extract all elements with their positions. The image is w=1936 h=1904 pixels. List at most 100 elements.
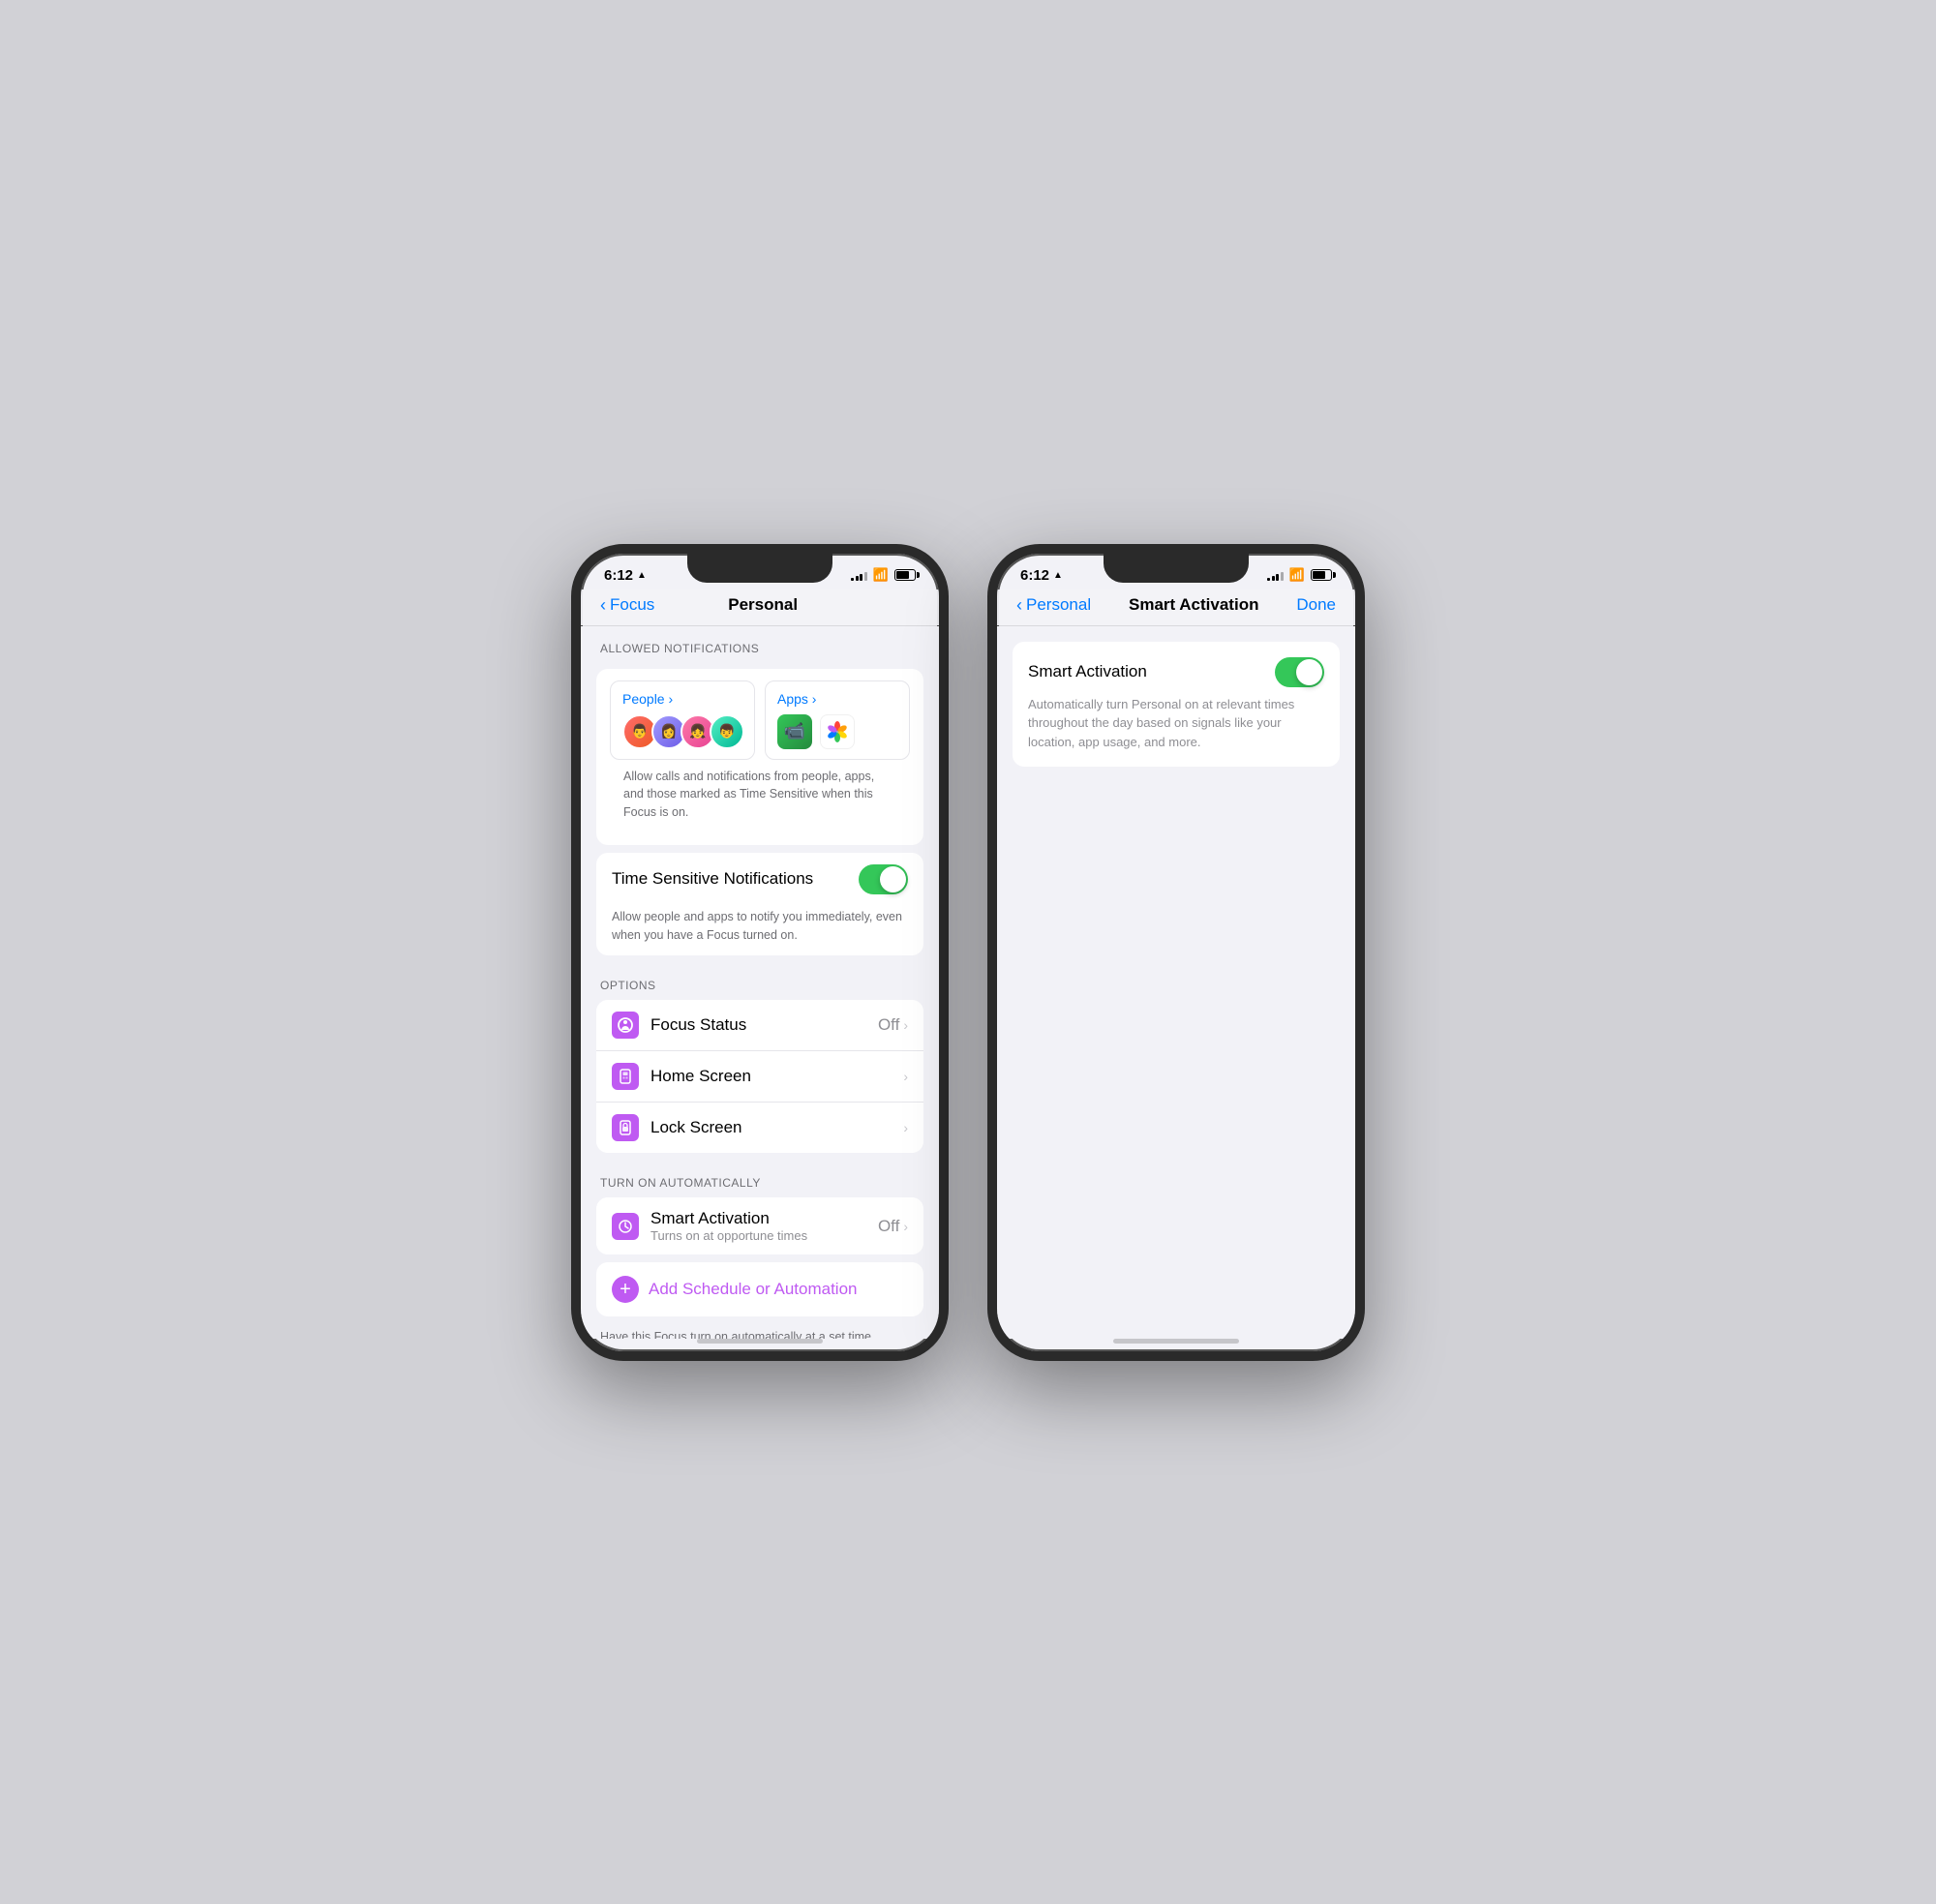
signal-bars-2 <box>1267 569 1284 581</box>
signal-bar-2-2 <box>1272 576 1275 581</box>
smart-activation-card: Smart Activation Turns on at opportune t… <box>596 1197 923 1254</box>
home-indicator-1 <box>697 1339 823 1344</box>
smart-activation-detail-row: Smart Activation <box>1028 657 1324 687</box>
focus-status-value: Off <box>878 1015 899 1035</box>
time-sensitive-toggle-row: Time Sensitive Notifications <box>596 853 923 906</box>
smart-activation-icon <box>612 1213 639 1240</box>
status-bar-1: 6:12 ▲ 📶 <box>581 554 939 589</box>
allowed-note: Allow calls and notifications from peopl… <box>610 760 910 833</box>
smart-activation-svg <box>617 1218 634 1235</box>
focus-status-chevron: › <box>903 1017 908 1033</box>
app-icons: 📹 <box>777 714 897 749</box>
home-screen-svg <box>617 1068 634 1085</box>
apps-label[interactable]: Apps › <box>777 691 897 707</box>
smart-toggle-knob <box>1296 659 1322 685</box>
section-turn-on-label: TURN ON AUTOMATICALLY <box>581 1161 939 1197</box>
phone-left-buttons-2 <box>987 650 989 685</box>
add-schedule-row[interactable]: + Add Schedule or Automation <box>596 1262 923 1316</box>
add-schedule-label[interactable]: Add Schedule or Automation <box>649 1280 857 1299</box>
focus-status-right: Off › <box>878 1015 908 1035</box>
smart-activation-text: Smart Activation Turns on at opportune t… <box>650 1209 878 1243</box>
phone-1: 6:12 ▲ 📶 ‹ Focus Personal ALLOWED N <box>571 544 949 1361</box>
lock-screen-row[interactable]: Lock Screen › <box>596 1102 923 1153</box>
screen-content-2: Smart Activation Automatically turn Pers… <box>997 626 1355 1339</box>
nav-back-label-2[interactable]: Personal <box>1026 595 1091 615</box>
avatar-4: 👦 <box>710 714 744 749</box>
apps-item[interactable]: Apps › 📹 <box>765 680 910 760</box>
nav-back-1[interactable]: ‹ Focus <box>600 595 654 616</box>
battery-fill-1 <box>896 571 909 579</box>
home-screen-right: › <box>903 1069 908 1084</box>
signal-bar-2 <box>856 576 859 581</box>
status-time-2: 6:12 ▲ <box>1020 567 1063 584</box>
automation-note: Have this Focus turn on automatically at… <box>581 1324 939 1338</box>
smart-activation-chevron: › <box>903 1219 908 1234</box>
nav-back-2[interactable]: ‹ Personal <box>1016 595 1091 616</box>
signal-bar-4 <box>864 572 867 581</box>
focus-status-svg <box>617 1016 634 1034</box>
allowed-row: People › 👨 👩 👧 👦 Apps › <box>610 680 910 760</box>
home-screen-text: Home Screen <box>650 1067 903 1086</box>
home-screen-chevron: › <box>903 1069 908 1084</box>
nav-bar-1: ‹ Focus Personal <box>581 589 939 625</box>
signal-bar-3 <box>860 574 862 581</box>
people-item[interactable]: People › 👨 👩 👧 👦 <box>610 680 755 760</box>
time-sensitive-card: Time Sensitive Notifications Allow peopl… <box>596 853 923 956</box>
smart-activation-right: Off › <box>878 1217 908 1236</box>
nav-done-button[interactable]: Done <box>1296 595 1336 615</box>
phone-2: 6:12 ▲ 📶 ‹ Personal Smart Activation Don… <box>987 544 1365 1361</box>
signal-bar-1 <box>851 578 854 581</box>
status-icons-2: 📶 <box>1267 567 1332 583</box>
home-screen-title: Home Screen <box>650 1067 903 1086</box>
lock-screen-chevron: › <box>903 1120 908 1135</box>
focus-status-row[interactable]: Focus Status Off › <box>596 1000 923 1050</box>
smart-activation-row[interactable]: Smart Activation Turns on at opportune t… <box>596 1197 923 1254</box>
section-options-label: OPTIONS <box>581 963 939 1000</box>
wifi-icon-1: 📶 <box>873 567 889 583</box>
home-screen-row[interactable]: Home Screen › <box>596 1050 923 1102</box>
lock-screen-right: › <box>903 1120 908 1135</box>
lock-screen-icon <box>612 1114 639 1141</box>
photos-app-icon <box>820 714 855 749</box>
nav-title-2: Smart Activation <box>1129 595 1258 615</box>
lock-screen-title: Lock Screen <box>650 1118 903 1137</box>
battery-icon-1 <box>894 569 916 581</box>
focus-status-title: Focus Status <box>650 1015 878 1035</box>
smart-activation-detail-card: Smart Activation Automatically turn Pers… <box>1013 642 1340 768</box>
battery-fill-2 <box>1313 571 1325 579</box>
signal-bars-1 <box>851 569 867 581</box>
status-bar-2: 6:12 ▲ 📶 <box>997 554 1355 589</box>
photos-pinwheel-svg <box>824 718 851 745</box>
people-label[interactable]: People › <box>622 691 742 707</box>
nav-bar-2: ‹ Personal Smart Activation Done <box>997 589 1355 625</box>
back-chevron-1: ‹ <box>600 595 606 616</box>
smart-activation-value: Off <box>878 1217 899 1236</box>
focus-status-text: Focus Status <box>650 1015 878 1035</box>
signal-bar-2-4 <box>1281 572 1284 581</box>
status-icons-1: 📶 <box>851 567 916 583</box>
lock-screen-text: Lock Screen <box>650 1118 903 1137</box>
wifi-icon-2: 📶 <box>1289 567 1305 583</box>
smart-activation-title: Smart Activation <box>650 1209 878 1228</box>
screen-content-1: ALLOWED NOTIFICATIONS People › 👨 👩 👧 👦 <box>581 626 939 1339</box>
smart-activation-detail-toggle[interactable] <box>1275 657 1324 687</box>
add-icon: + <box>612 1276 639 1303</box>
location-icon-1: ▲ <box>637 570 647 581</box>
smart-activation-detail-label: Smart Activation <box>1028 662 1147 681</box>
nav-back-label-1[interactable]: Focus <box>610 595 654 615</box>
time-sensitive-label: Time Sensitive Notifications <box>612 869 813 889</box>
location-icon-2: ▲ <box>1053 570 1063 581</box>
home-screen-icon <box>612 1063 639 1090</box>
toggle-knob <box>880 866 906 892</box>
nav-title-1: Personal <box>728 595 798 615</box>
time-sensitive-note: Allow people and apps to notify you imme… <box>596 906 923 956</box>
phone-left-buttons <box>571 650 573 685</box>
facetime-app-icon: 📹 <box>777 714 812 749</box>
section-allowed-label: ALLOWED NOTIFICATIONS <box>581 626 939 663</box>
signal-bar-2-3 <box>1276 574 1279 581</box>
battery-icon-2 <box>1311 569 1332 581</box>
lock-screen-svg <box>617 1119 634 1136</box>
smart-activation-description: Automatically turn Personal on at releva… <box>1028 695 1324 752</box>
status-time-1: 6:12 ▲ <box>604 567 647 584</box>
time-sensitive-toggle[interactable] <box>859 864 908 894</box>
